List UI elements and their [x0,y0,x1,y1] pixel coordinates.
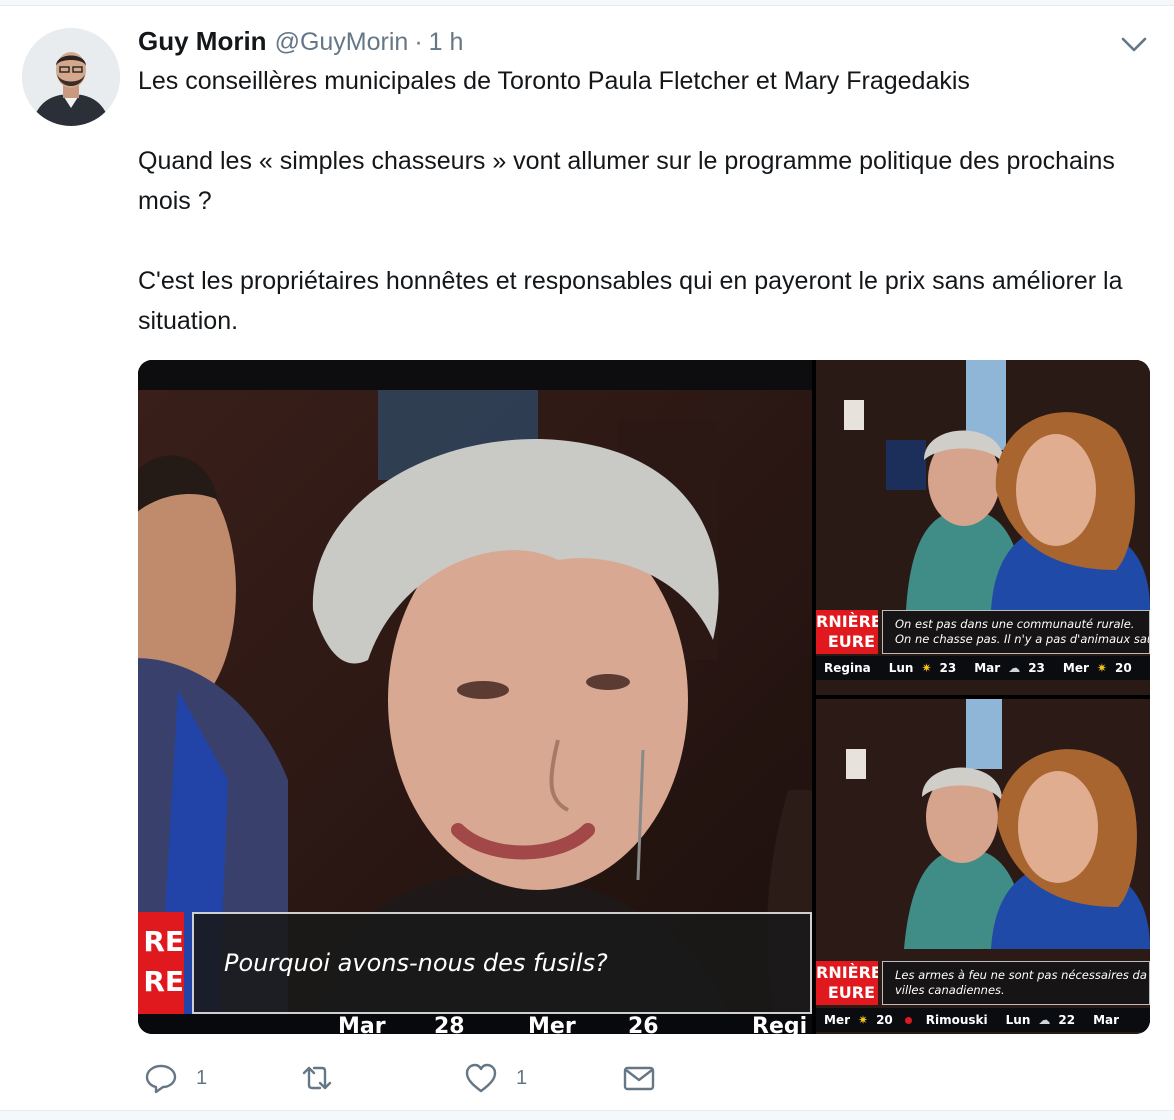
envelope-icon [623,1066,655,1091]
ticker-text: 26 [628,1014,659,1034]
subtitle-line: On est pas dans une communauté rurale. [895,617,1135,631]
author-name[interactable]: Guy Morin [138,26,267,57]
author-handle[interactable]: @GuyMorin [275,28,409,57]
photo-bottom-right[interactable]: RNIÈRE EURE Les armes à feu ne sont pas … [816,699,1150,1034]
channel-logo: RE RE [138,912,184,1014]
header-separator: · [414,28,423,56]
channel-logo-line: RNIÈRE [816,612,878,631]
like-button[interactable]: 1 [464,1058,527,1098]
sun-icon: ✷ [1096,661,1107,675]
ticker-text: 28 [434,1014,465,1034]
weather-ticker: Mer ✷ 20 Rimouski Lun ☁ 22 Mar [816,1008,1150,1032]
tweet-paragraph: Les conseillères municipales de Toronto … [138,67,970,95]
ticker-text: 22 [1058,1013,1076,1027]
sun-icon: ✷ [921,661,932,675]
reply-icon [145,1064,177,1094]
ticker-text: Mer [1062,661,1089,675]
subtitle-text: Pourquoi avons-nous des fusils? [224,949,608,977]
red-dot-icon [904,1016,912,1024]
ticker-text: Mer [824,1013,850,1027]
subtitle-box: Pourquoi avons-nous des fusils? [192,912,812,1014]
tweet-paragraph: C'est les propriétaires honnêtes et resp… [138,267,1123,335]
subtitle-box: Les armes à feu ne sont pas nécessaires … [882,961,1150,1005]
like-count: 1 [516,1066,528,1089]
reply-count: 1 [196,1066,208,1089]
ticker-text: Lun [888,661,914,675]
retweet-icon [302,1066,332,1090]
avatar-image [22,28,120,126]
channel-logo-line: EURE [827,983,875,1002]
sun-icon: ✷ [858,1013,869,1027]
ticker-text: 20 [876,1013,893,1027]
avatar[interactable] [22,28,120,126]
cloud-icon: ☁ [1008,661,1021,675]
ticker-text: Mar [1093,1013,1120,1027]
channel-logo-line: RE [143,965,184,998]
bottom-divider [0,1110,1174,1120]
ticker-text: 23 [939,661,957,675]
channel-logo-line: RNIÈRE [816,963,878,982]
cloud-icon: ☁ [1038,1013,1051,1027]
retweet-button[interactable] [300,1058,352,1098]
ticker-text: 20 [1114,661,1132,675]
channel-logo-line: EURE [827,632,875,651]
tweet-media[interactable]: RE RE Pourquoi avons-nous des fusils? Ma… [138,360,1150,1034]
ticker-text: Regi [752,1014,808,1034]
channel-logo: RNIÈRE EURE [816,610,878,654]
channel-logo-line: RE [143,925,184,958]
ticker-text: Mer [528,1014,576,1034]
tweet-paragraph: Quand les « simples chasseurs » vont all… [138,147,1115,215]
subtitle-box: On est pas dans une communauté rurale. O… [882,610,1150,654]
ticker-text: Mar [974,661,1001,675]
tweet-header: Guy Morin @GuyMorin · 1 h [138,26,463,60]
heart-icon [465,1063,497,1093]
tweet-timestamp[interactable]: 1 h [429,28,464,57]
weather-ticker: Regina Lun ✷ 23 Mar ☁ 23 Mer ✷ 20 [816,656,1150,680]
ticker-text: Rimouski [925,1013,988,1027]
direct-message-button[interactable] [622,1058,656,1098]
photo-main[interactable]: RE RE Pourquoi avons-nous des fusils? Ma… [138,360,812,1034]
top-divider [0,0,1174,6]
weather-ticker: Mar 28 Mer 26 Regi [138,1014,812,1034]
ticker-text: Lun [1005,1013,1031,1027]
chevron-down-icon[interactable] [1118,30,1150,58]
channel-logo: RNIÈRE EURE [816,961,878,1005]
ticker-text: 23 [1028,661,1045,675]
subtitle-line: villes canadiennes. [895,983,1005,997]
tweet-actions: 1 1 [138,1058,658,1098]
reply-button[interactable]: 1 [144,1058,207,1098]
subtitle-line: On ne chasse pas. Il n'y a pas d'animaux… [895,632,1150,646]
ticker-text: Regina [824,661,871,675]
subtitle-line: Les armes à feu ne sont pas nécessaires … [895,968,1147,982]
photo-top-right[interactable]: RNIÈRE EURE On est pas dans une communau… [816,360,1150,695]
ticker-text: Mar [338,1014,386,1034]
